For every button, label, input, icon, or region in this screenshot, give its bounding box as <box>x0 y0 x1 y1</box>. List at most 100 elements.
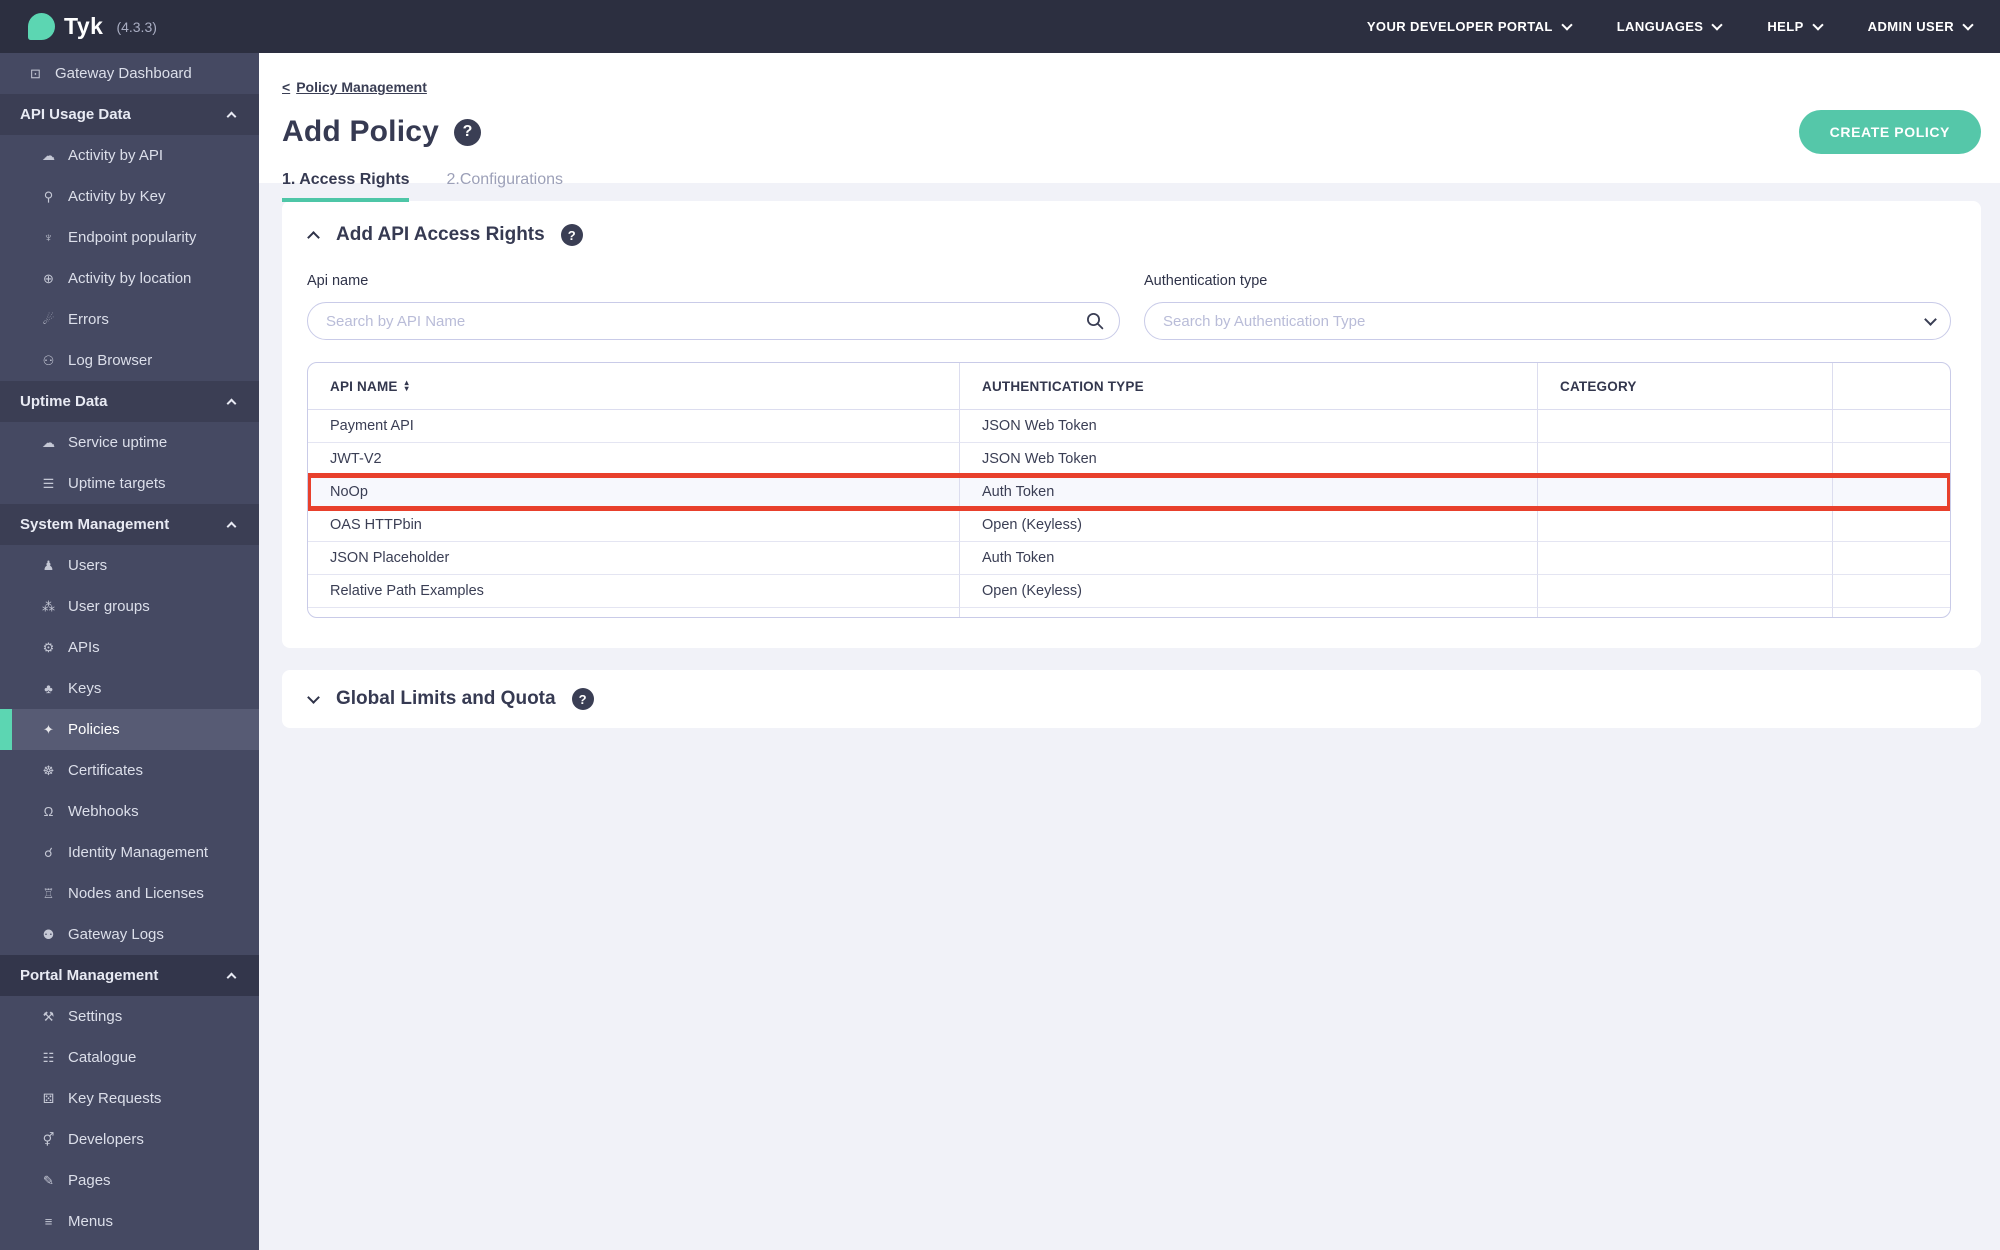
sidebar-item-catalogue[interactable]: ☷ Catalogue <box>0 1037 259 1078</box>
create-policy-button[interactable]: CREATE POLICY <box>1798 110 1981 154</box>
sidebar-item-endpoint-popularity[interactable]: ♆ Endpoint popularity <box>0 217 259 258</box>
sidebar-item-label: User groups <box>68 598 150 615</box>
bomb-icon: ☄ <box>42 311 55 327</box>
sidebar-item-nodes-and-licenses[interactable]: ♖ Nodes and Licenses <box>0 873 259 914</box>
chevron-down-icon[interactable] <box>1924 313 1937 326</box>
sidebar-item-apis[interactable]: ⚙ APIs <box>0 627 259 668</box>
table-row-oas-httpbin[interactable]: OAS HTTPbin Open (Keyless) <box>308 509 1950 542</box>
table-header-row: API NAME ▴ ▾ AUTHENTICATION TYPE CATEGORY <box>308 363 1950 410</box>
column-header-category[interactable]: CATEGORY <box>1538 363 1833 410</box>
chevron-up-icon <box>226 398 237 409</box>
sidebar-item-label: Keys <box>68 680 102 697</box>
cell-category <box>1538 542 1833 575</box>
sidebar-item-label: Gateway Dashboard <box>55 65 192 82</box>
cell-category <box>1538 443 1833 476</box>
sidebar-item-user-groups[interactable]: ⁂ User groups <box>0 586 259 627</box>
sidebar-section-portal-management[interactable]: Portal Management <box>0 955 259 996</box>
sidebar-item-label: Service uptime <box>68 434 168 451</box>
sidebar-item-menus[interactable]: ≡ Menus <box>0 1201 259 1242</box>
collapse-section-icon[interactable] <box>307 227 320 244</box>
tab-2-configurations[interactable]: 2.Configurations <box>446 171 563 202</box>
list-icon: ☰ <box>42 475 55 491</box>
sidebar-item-label: Webhooks <box>68 803 139 820</box>
section-title: Add API Access Rights <box>336 224 545 245</box>
certificate-icon: ☸ <box>42 762 55 778</box>
sidebar-item-activity-by-location[interactable]: ⊕ Activity by location <box>0 258 259 299</box>
sidebar-item-policies[interactable]: ✦ Policies <box>0 709 259 750</box>
cell-api-name: NoOp <box>308 476 960 509</box>
cell-auth-type: Auth Token <box>960 476 1538 509</box>
sidebar-item-gateway-logs[interactable]: ⚉ Gateway Logs <box>0 914 259 955</box>
topbar-menu-label: LANGUAGES <box>1616 19 1704 34</box>
topbar-menu-help[interactable]: HELP <box>1767 18 1824 34</box>
tyk-logo-text: Tyk <box>64 13 104 39</box>
sidebar-item-activity-by-key[interactable]: ⚲ Activity by Key <box>0 176 259 217</box>
sidebar-section-label: Uptime Data <box>20 393 108 410</box>
sidebar-item-label: Menus <box>68 1213 114 1230</box>
breadcrumb[interactable]: < Policy Management <box>282 79 427 95</box>
column-header-api-name[interactable]: API NAME ▴ ▾ <box>308 363 960 410</box>
table-row-noop[interactable]: NoOp Auth Token <box>308 476 1950 509</box>
sidebar-item-errors[interactable]: ☄ Errors <box>0 299 259 340</box>
table-row-jwt-v2[interactable]: JWT-V2 JSON Web Token <box>308 443 1950 476</box>
cell-category <box>1538 608 1833 617</box>
tab-1-access-rights[interactable]: 1. Access Rights <box>282 171 410 202</box>
page-title: Add Policy <box>282 115 440 148</box>
chevron-down-icon <box>1811 18 1824 31</box>
sidebar-item-pages[interactable]: ✎ Pages <box>0 1160 259 1201</box>
table-row-payment-api[interactable]: Payment API JSON Web Token <box>308 410 1950 443</box>
topbar-menu-admin-user[interactable]: ADMIN USER <box>1868 18 1974 34</box>
gears-icon: ⚙ <box>42 639 55 655</box>
sidebar-section-api-usage-data[interactable]: API Usage Data <box>0 94 259 135</box>
sidebar-item-activity-by-api[interactable]: ☁ Activity by API <box>0 135 259 176</box>
sidebar-item-key-requests[interactable]: ⚄ Key Requests <box>0 1078 259 1119</box>
branch-icon: ♆ <box>43 230 54 245</box>
key-icon: ⚲ <box>43 188 54 204</box>
column-header-empty[interactable] <box>1833 363 1950 410</box>
page-header: < Policy Management Add Policy ? CREATE … <box>259 53 2000 202</box>
identity-icon: ☌ <box>44 844 53 860</box>
chevron-down-icon <box>1561 18 1573 31</box>
auth-type-label: Authentication type <box>1144 273 1268 289</box>
help-icon[interactable]: ? <box>454 118 482 146</box>
tyk-logo[interactable]: Tyk (4.3.3) <box>28 13 157 40</box>
sidebar-section-label: System Management <box>20 516 170 533</box>
help-icon[interactable]: ? <box>560 224 583 246</box>
sidebar-item-keys[interactable]: ♣ Keys <box>0 668 259 709</box>
expand-section-icon[interactable] <box>307 690 320 704</box>
sidebar-item-uptime-targets[interactable]: ☰ Uptime targets <box>0 463 259 504</box>
table-row-json-placeholder[interactable]: JSON Placeholder Auth Token <box>308 542 1950 575</box>
sort-icon[interactable]: ▴ ▾ <box>405 379 409 393</box>
sidebar-item-service-uptime[interactable]: ☁ Service uptime <box>0 422 259 463</box>
sidebar-item-users[interactable]: ♟ Users <box>0 545 259 586</box>
help-icon[interactable]: ? <box>571 688 594 710</box>
sidebar-section-uptime-data[interactable]: Uptime Data <box>0 381 259 422</box>
chevron-down-icon <box>1711 18 1724 31</box>
chevron-up-icon <box>226 111 237 122</box>
table-row-relative-path-examples[interactable]: Relative Path Examples Open (Keyless) <box>308 575 1950 608</box>
sidebar-item-developers[interactable]: ⚥ Developers <box>0 1119 259 1160</box>
topbar-menu-label: YOUR DEVELOPER PORTAL <box>1366 19 1553 34</box>
column-header-label: AUTHENTICATION TYPE <box>982 378 1144 394</box>
topbar-menu-your-developer-portal[interactable]: YOUR DEVELOPER PORTAL <box>1366 18 1573 34</box>
table-row-rectified-posts[interactable]: Rectified PostsOpen (Keyless) <box>308 608 1950 617</box>
column-header-authentication-type[interactable]: AUTHENTICATION TYPE <box>960 363 1538 410</box>
topbar-menu-languages[interactable]: LANGUAGES <box>1616 18 1724 34</box>
cloud-activity-icon: ☁ <box>42 147 55 163</box>
sidebar-item-identity-management[interactable]: ☌ Identity Management <box>0 832 259 873</box>
monitor-icon: ⊡ <box>30 65 41 81</box>
catalogue-icon: ☷ <box>42 1049 55 1065</box>
chevron-up-icon <box>226 972 237 983</box>
sidebar-item-gateway-dashboard[interactable]: ⊡ Gateway Dashboard <box>0 53 259 94</box>
api-name-search-input[interactable] <box>307 302 1120 340</box>
keys-icon: ♣ <box>44 681 53 696</box>
sidebar-item-label: APIs <box>68 639 100 656</box>
cell-empty <box>1833 542 1950 575</box>
auth-type-select-input[interactable] <box>1144 302 1951 340</box>
sidebar-item-certificates[interactable]: ☸ Certificates <box>0 750 259 791</box>
sidebar-item-webhooks[interactable]: Ω Webhooks <box>0 791 259 832</box>
sidebar-item-log-browser[interactable]: ⚇ Log Browser <box>0 340 259 381</box>
sidebar-section-system-management[interactable]: System Management <box>0 504 259 545</box>
sidebar-item-settings[interactable]: ⚒ Settings <box>0 996 259 1037</box>
top-bar: Tyk (4.3.3) YOUR DEVELOPER PORTAL LANGUAG… <box>0 0 2000 53</box>
